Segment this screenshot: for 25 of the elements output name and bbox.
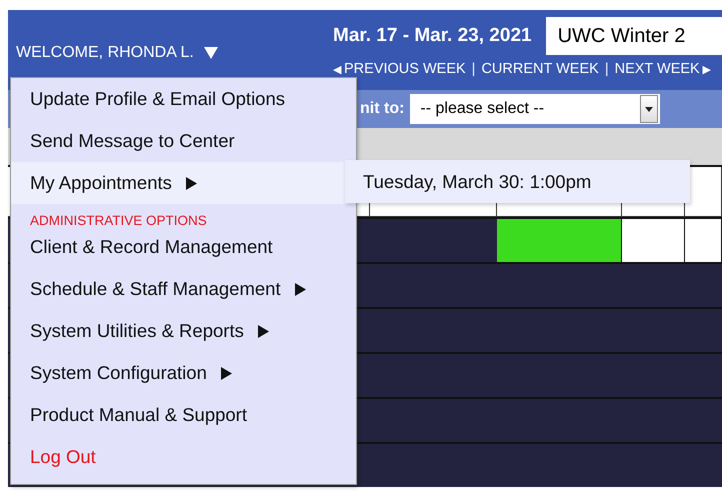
week-nav-link[interactable]: CURRENT WEEK	[481, 61, 599, 77]
menu-item[interactable]: Client & Record Management	[11, 226, 356, 268]
appointment-menu-item[interactable]: Tuesday, March 30: 1:00pm	[345, 160, 690, 203]
filter-select[interactable]: -- please select --	[410, 94, 660, 124]
open-slot[interactable]	[497, 219, 622, 262]
schedule-select[interactable]: UWC Winter 2	[546, 17, 722, 55]
menu-item[interactable]: Product Manual & Support	[11, 394, 356, 436]
menu-item[interactable]: Update Profile & Email Options	[11, 78, 356, 120]
week-nav-link[interactable]: NEXT WEEK ▶	[614, 61, 711, 77]
separator: |	[472, 61, 476, 77]
empty-slot[interactable]	[685, 219, 722, 262]
dropdown-arrow-icon	[645, 106, 654, 112]
separator: |	[604, 61, 609, 77]
menu-item[interactable]: System Utilities & Reports	[11, 310, 356, 352]
menu-item[interactable]: System Configuration	[11, 352, 356, 394]
logout-menu-item[interactable]: Log Out	[11, 436, 356, 478]
dropdown-triangle-icon	[204, 47, 218, 59]
menu-item[interactable]: Send Message to Center	[11, 120, 356, 162]
filter-label: nit to:	[360, 100, 404, 118]
week-nav-link[interactable]: ◀ PREVIOUS WEEK	[333, 61, 466, 77]
menu-section-heading: ADMINISTRATIVE OPTIONS	[29, 212, 208, 226]
menu-item[interactable]: Schedule & Staff Management	[11, 268, 356, 310]
user-menu-button[interactable]: WELCOME, RHONDA L.	[16, 44, 218, 62]
menu-item[interactable]: My Appointments	[11, 162, 356, 204]
week-range: Mar. 17 - Mar. 23, 2021	[333, 25, 532, 47]
